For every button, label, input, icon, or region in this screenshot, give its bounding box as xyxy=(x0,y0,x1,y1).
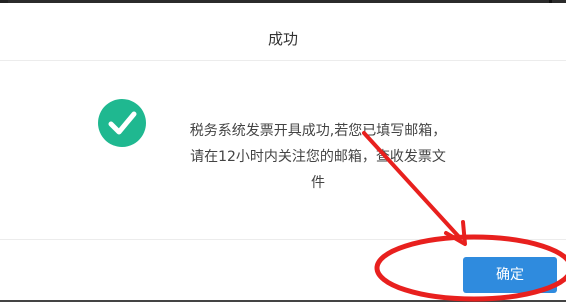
dialog-footer: 确定 xyxy=(0,239,566,301)
success-message: 税务系统发票开具成功,若您已填写邮箱， 请在12小时内关注您的邮箱，查收发票文 … xyxy=(168,118,468,196)
message-line-3: 件 xyxy=(311,175,325,191)
success-dialog: 成功 税务系统发票开具成功,若您已填写邮箱， 请在12小时内关注您的邮箱，查收发… xyxy=(0,3,566,300)
message-line-1: 税务系统发票开具成功,若您已填写邮箱， xyxy=(189,123,447,139)
dialog-body: 税务系统发票开具成功,若您已填写邮箱， 请在12小时内关注您的邮箱，查收发票文 … xyxy=(0,61,566,239)
dialog-title: 成功 xyxy=(267,30,298,48)
message-line-2: 请在12小时内关注您的邮箱，查收发票文 xyxy=(190,149,446,165)
dialog-header: 成功 xyxy=(0,3,566,61)
confirm-button[interactable]: 确定 xyxy=(463,257,557,293)
check-circle-icon xyxy=(98,99,146,147)
